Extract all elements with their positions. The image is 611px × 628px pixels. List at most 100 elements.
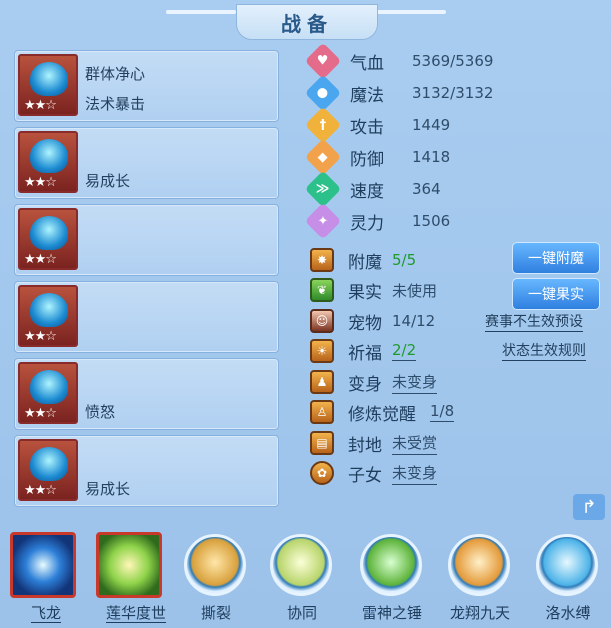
gear-icon: ★★☆: [18, 362, 78, 424]
star-rating: ★★☆: [24, 252, 57, 267]
skill-1[interactable]: 飞龙: [6, 530, 86, 628]
gear-icon: ★★☆: [18, 285, 78, 347]
row-pet: ☺ 宠物 14/12: [310, 308, 435, 334]
row-enchant: ✸ 附魔 5/5: [310, 247, 416, 273]
stat-label: 速度: [350, 181, 384, 202]
star-rating: ★★☆: [24, 329, 57, 344]
stat-value: 1449: [412, 116, 451, 134]
star-rating: ★★☆: [24, 175, 57, 190]
speed-icon: ≫: [304, 170, 342, 208]
row-label: 附魔: [348, 252, 382, 273]
fief-icon: ▤: [310, 431, 334, 455]
row-fief: ▤ 封地 未受赏: [310, 430, 438, 456]
battle-prep-panel: 战备 ★★☆ 群体净心 法术暴击 ★★☆ 易成长 ★★☆ ★★☆ ★★☆ 愤怒 …: [0, 0, 611, 628]
shield-icon: ◆: [304, 138, 342, 176]
skill-icon: [270, 534, 332, 596]
stat-defense: ◆ 防御 1418: [304, 138, 451, 176]
skill-2[interactable]: 莲华度世: [88, 530, 168, 628]
star-rating: ★★☆: [24, 98, 57, 113]
row-label: 果实: [348, 282, 382, 303]
one-click-fruit-button[interactable]: 一键果实: [512, 278, 600, 310]
skill-icon: [10, 532, 76, 598]
row-value[interactable]: 未受赏: [392, 432, 438, 455]
skill-icon: [360, 534, 422, 596]
skill-4[interactable]: 协同: [262, 530, 342, 628]
skill-icon: [536, 534, 598, 596]
stat-spirit: ✦ 灵力 1506: [304, 202, 451, 240]
heart-icon: ♥: [304, 42, 342, 80]
stat-value: 364: [412, 180, 441, 198]
row-value[interactable]: 2/2: [392, 341, 417, 361]
panel-title-text: 战备: [281, 11, 333, 36]
status-rules-link[interactable]: 状态生效规则: [502, 342, 586, 361]
stat-value: 5369/5369: [412, 52, 494, 70]
share-icon[interactable]: ↱: [573, 494, 605, 520]
skill-icon: [448, 534, 510, 596]
gear-skill: 易成长: [85, 480, 131, 498]
skill-6[interactable]: 龙翔九天: [440, 530, 520, 628]
row-value[interactable]: 未变身: [392, 462, 438, 485]
stat-label: 魔法: [350, 85, 384, 106]
gear-slot-4[interactable]: ★★☆: [14, 281, 279, 353]
skill-name: 龙翔九天: [449, 604, 510, 622]
gear-slot-3[interactable]: ★★☆: [14, 204, 279, 276]
gear-skill: 愤怒: [85, 403, 116, 421]
stat-label: 气血: [350, 53, 384, 74]
row-label: 变身: [348, 374, 382, 395]
star-rating: ★★☆: [24, 483, 57, 498]
row-label: 子女: [348, 465, 382, 486]
skill-name: 协同: [286, 604, 317, 622]
row-label: 祈福: [348, 343, 382, 364]
stat-value: 1506: [412, 212, 451, 230]
skill-icon: [96, 532, 162, 598]
gear-slot-6[interactable]: ★★☆ 易成长: [14, 435, 279, 507]
mana-icon: ●: [304, 74, 342, 112]
gear-icon: ★★☆: [18, 439, 78, 501]
gear-slot-1[interactable]: ★★☆ 群体净心 法术暴击: [14, 50, 279, 122]
pet-icon: ☺: [310, 309, 334, 333]
stat-speed: ≫ 速度 364: [304, 170, 441, 208]
sword-icon: †: [304, 106, 342, 144]
stat-hp: ♥ 气血 5369/5369: [304, 42, 494, 80]
stat-label: 攻击: [350, 117, 384, 138]
title-ornament-right: [376, 10, 446, 14]
row-value: 未使用: [392, 281, 438, 300]
event-preset-link[interactable]: 赛事不生效预设: [485, 313, 583, 332]
skill-7[interactable]: 洛水缚: [528, 530, 608, 628]
row-value: 5/5: [392, 251, 417, 269]
row-value[interactable]: 未变身: [392, 371, 438, 394]
star-rating: ★★☆: [24, 406, 57, 421]
row-value[interactable]: 1/8: [430, 402, 455, 422]
row-label: 宠物: [348, 313, 382, 334]
row-transform: ♟ 变身 未变身: [310, 369, 438, 395]
gear-slot-2[interactable]: ★★☆ 易成长: [14, 127, 279, 199]
gear-skill: 群体净心: [85, 65, 146, 83]
skill-name: 撕裂: [200, 604, 231, 622]
stat-value: 3132/3132: [412, 84, 494, 102]
gear-slot-5[interactable]: ★★☆ 愤怒: [14, 358, 279, 430]
children-icon: ✿: [310, 461, 334, 485]
gear-icon: ★★☆: [18, 54, 78, 116]
row-children: ✿ 子女 未变身: [310, 460, 438, 486]
stat-label: 灵力: [350, 213, 384, 234]
row-label: 修炼觉醒: [348, 404, 416, 425]
stat-value: 1418: [412, 148, 451, 166]
skill-name: 洛水缚: [545, 604, 591, 622]
one-click-enchant-button[interactable]: 一键附魔: [512, 242, 600, 274]
spirit-icon: ✦: [304, 202, 342, 240]
row-cultivation: ♙ 修炼觉醒 1/8: [310, 399, 455, 425]
blessing-icon: ☀: [310, 339, 334, 363]
gear-icon: ★★☆: [18, 131, 78, 193]
transform-icon: ♟: [310, 370, 334, 394]
skill-name: 雷神之锤: [361, 604, 422, 622]
row-label: 封地: [348, 435, 382, 456]
enchant-icon: ✸: [310, 248, 334, 272]
skill-5[interactable]: 雷神之锤: [352, 530, 432, 628]
skill-3[interactable]: 撕裂: [176, 530, 256, 628]
panel-title: 战备: [236, 4, 378, 40]
cultivation-icon: ♙: [310, 400, 334, 424]
stat-attack: † 攻击 1449: [304, 106, 451, 144]
skill-name: 莲华度世: [105, 604, 166, 623]
title-ornament-left: [166, 10, 236, 14]
gear-skill: 易成长: [85, 172, 131, 190]
